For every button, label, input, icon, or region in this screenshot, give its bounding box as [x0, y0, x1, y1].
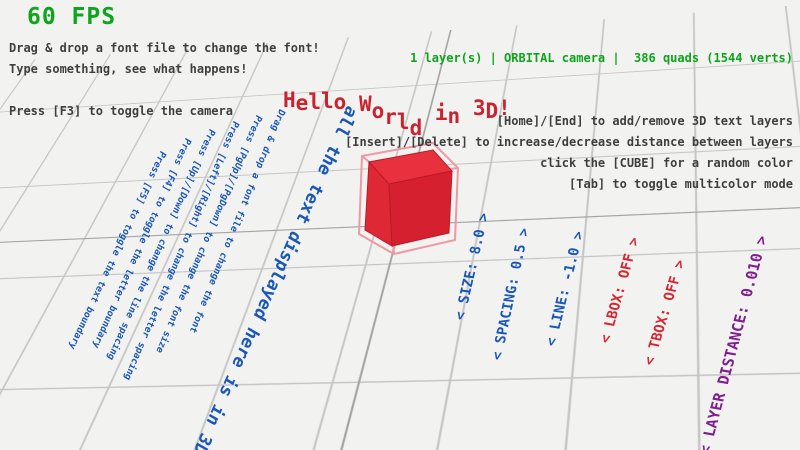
hud-left-line-0: Drag & drop a font file to change the fo… [9, 38, 320, 59]
hud-help-right: 1 layer(s) | ORBITAL camera | 386 quads … [345, 6, 793, 195]
hud-right-line-3: [Tab] to toggle multicolor mode [345, 174, 793, 195]
hud-left-line-2 [9, 80, 320, 101]
hud-left-line-3: Press [F3] to toggle the camera [9, 101, 320, 122]
app-window: Press [F5] to toggle the text boundaryPr… [0, 0, 800, 450]
hud-left-line-1: Type something, see what happens! [9, 59, 320, 80]
status-line: 1 layer(s) | ORBITAL camera | 386 quads … [345, 48, 793, 69]
hud-right-line-2: click the [CUBE] for a random color [345, 153, 793, 174]
hud-help-left: Drag & drop a font file to change the fo… [9, 38, 320, 122]
hud-right-line-1: [Insert]/[Delete] to increase/decrease d… [345, 132, 793, 153]
title-letter: l [321, 89, 334, 113]
hud-right-line-0: [Home]/[End] to add/remove 3D text layer… [345, 111, 793, 132]
fps-counter: 60 FPS [27, 4, 116, 30]
